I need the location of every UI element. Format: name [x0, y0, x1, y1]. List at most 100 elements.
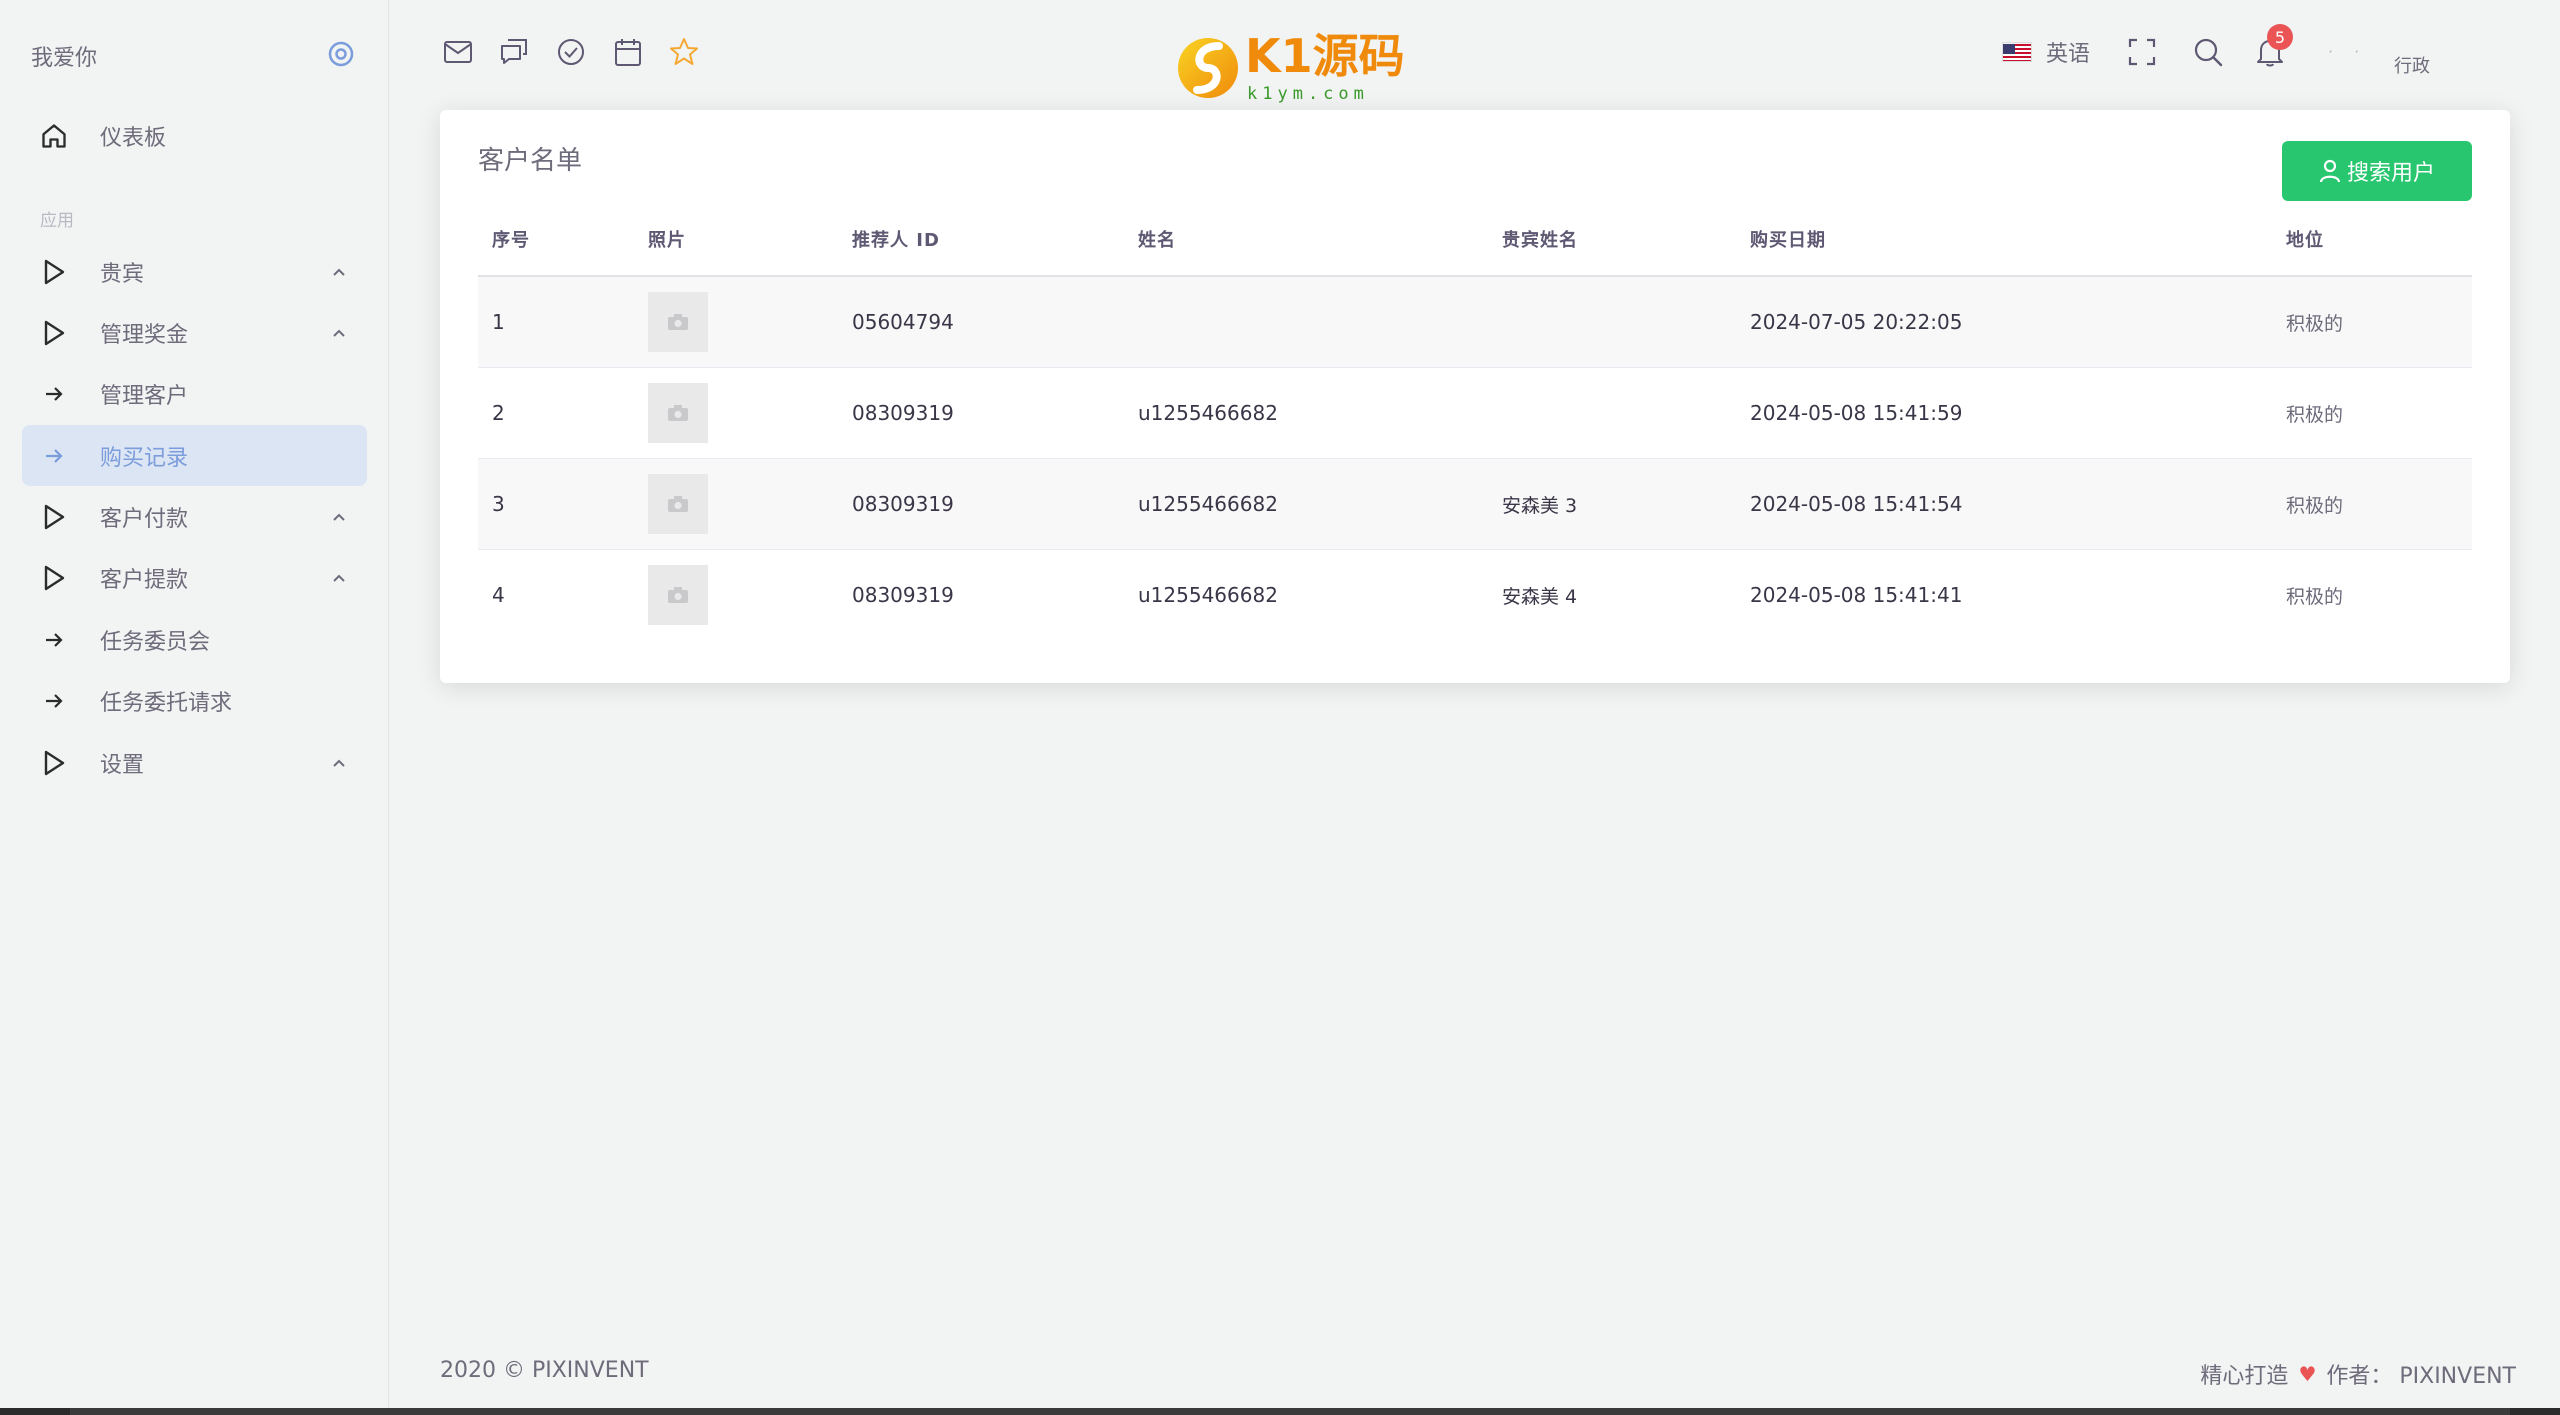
cell-photo: [634, 367, 838, 459]
logo-text: K1源码: [1245, 29, 1405, 83]
chevron-up-icon: [330, 324, 348, 342]
scrollbar-thumb[interactable]: [70, 1408, 2510, 1415]
star-icon[interactable]: [668, 36, 700, 68]
column-header-referrer-id[interactable]: 推荐人 ID: [838, 202, 1124, 277]
chat-icon[interactable]: [498, 36, 530, 68]
fullscreen-icon[interactable]: [2126, 36, 2158, 68]
notification-badge: 5: [2267, 24, 2293, 50]
customer-table: 序号 照片 推荐人 ID 姓名 贵宾姓名 购买日期 地位 1 05604794 …: [478, 202, 2472, 640]
sidebar-item-label: 管理奖金: [100, 322, 189, 348]
chevron-up-icon: [330, 263, 348, 281]
cell-no: 4: [492, 583, 505, 607]
mail-icon[interactable]: [442, 36, 474, 68]
cell-referrer-id: 08309319: [838, 367, 1124, 459]
arrow-right-icon: [40, 626, 68, 654]
arrow-right-icon: [40, 442, 68, 470]
check-circle-icon[interactable]: [555, 36, 587, 68]
footer-copyright: 2020 © PIXINVENT: [440, 1358, 649, 1383]
sidebar-item-label: 购买记录: [100, 445, 189, 471]
cell-name: [1124, 276, 1488, 368]
horizontal-scrollbar[interactable]: [0, 1408, 2560, 1415]
column-header-name[interactable]: 姓名: [1124, 202, 1488, 277]
cell-no: 2: [478, 367, 634, 459]
column-header-status[interactable]: 地位: [2272, 202, 2472, 277]
column-header-vip-name[interactable]: 贵宾姓名: [1488, 202, 1736, 277]
search-users-label: 搜索用户: [2346, 160, 2435, 185]
camera-icon: [648, 565, 708, 625]
sidebar-item-label: 贵宾: [100, 261, 145, 287]
user-icon: [2319, 159, 2341, 183]
sidebar-item-task-committee[interactable]: 任务委员会: [22, 609, 367, 670]
sidebar-item-customer-withdrawals[interactable]: 客户提款: [22, 547, 367, 608]
cell-vip-name: 安森美 4: [1502, 585, 1578, 608]
sidebar-item-purchase-records[interactable]: 购买记录: [22, 425, 367, 486]
play-icon: [40, 258, 68, 286]
play-icon: [40, 503, 68, 531]
sidebar-item-task-requests[interactable]: 任务委托请求: [22, 670, 367, 731]
chevron-up-icon: [330, 508, 348, 526]
cell-name: u1255466682: [1124, 458, 1488, 550]
footer-made-with: 精心打造: [2200, 1364, 2289, 1389]
cell-referrer-id: 08309319: [838, 458, 1124, 550]
us-flag-icon: [2002, 42, 2032, 62]
chevron-up-icon: [330, 569, 348, 587]
cell-vip-name: [1488, 367, 1736, 459]
sidebar-item-manage-customers[interactable]: 管理客户: [22, 363, 367, 424]
cell-status: 积极的: [2272, 276, 2472, 368]
cell-photo: [634, 550, 838, 641]
sidebar-item-label: 客户提款: [100, 567, 189, 593]
sidebar-item-label: 设置: [100, 752, 145, 778]
cell-no: 1: [478, 276, 634, 368]
search-users-button[interactable]: 搜索用户: [2282, 141, 2472, 201]
cell-status: 积极的: [2272, 458, 2472, 550]
table-row: 3 08309319 u1255466682 安森美 3 2024-05-08 …: [478, 458, 2472, 550]
section-label-apps: 应用: [40, 211, 74, 231]
sidebar-item-vip[interactable]: 贵宾: [22, 241, 367, 302]
cell-name: u1255466682: [1138, 583, 1278, 607]
cell-purchase-date: 2024-07-05 20:22:05: [1736, 276, 2272, 368]
footer-author[interactable]: 作者： PIXINVENT: [2326, 1358, 2516, 1390]
column-header-no[interactable]: 序号: [478, 202, 634, 277]
language-label: 英语: [2046, 42, 2091, 67]
cell-photo: [634, 276, 838, 368]
cell-vip-name: 安森美 3: [1488, 458, 1736, 550]
column-header-purchase-date[interactable]: 购买日期: [1736, 202, 2272, 277]
cell-status: 积极的: [2272, 367, 2472, 459]
play-icon: [40, 749, 68, 777]
customer-list-card: 客户名单 搜索用户 序号 照片 推荐人 ID 姓名 贵宾姓名 购买日期 地位 1…: [440, 110, 2510, 683]
cell-referrer-id: 05604794: [838, 276, 1124, 368]
brand-name[interactable]: 我爱你: [31, 40, 97, 72]
language-selector[interactable]: 英语: [2002, 36, 2090, 68]
sidebar-item-label: 客户付款: [100, 506, 189, 532]
sidebar-item-label: 管理客户: [100, 383, 189, 409]
cell-no: 3: [478, 458, 634, 550]
card-title: 客户名单: [478, 146, 583, 176]
cell-purchase-date: 2024-05-08 15:41:59: [1736, 367, 2272, 459]
arrow-right-icon: [40, 380, 68, 408]
cell-purchase-date: 2024-05-08 15:41:54: [1736, 458, 2272, 550]
sidebar-item-label: 任务委员会: [100, 629, 211, 655]
table-row: 1 05604794 2024-07-05 20:22:05 积极的: [478, 276, 2472, 368]
chevron-up-icon: [330, 754, 348, 772]
table-header-row: 序号 照片 推荐人 ID 姓名 贵宾姓名 购买日期 地位: [478, 202, 2472, 277]
sidebar-toggle-icon[interactable]: [327, 40, 355, 68]
column-header-photo[interactable]: 照片: [634, 202, 838, 277]
camera-icon: [648, 474, 708, 534]
table-row: 4 08309319 u1255466682 安森美 4 2024-05-08 …: [478, 550, 2472, 641]
play-icon: [40, 564, 68, 592]
cell-referrer-id: 08309319: [852, 583, 954, 607]
cell-status: 积极的: [2286, 585, 2344, 608]
search-icon[interactable]: [2192, 36, 2224, 68]
cell-photo: [634, 458, 838, 550]
sidebar-item-manage-bonus[interactable]: 管理奖金: [22, 302, 367, 363]
user-name[interactable]: · ·: [2328, 42, 2367, 61]
sidebar-item-dashboard[interactable]: 仪表板: [22, 105, 367, 166]
play-icon: [40, 319, 68, 347]
sidebar-item-settings[interactable]: 设置: [22, 732, 367, 793]
calendar-icon[interactable]: [612, 36, 644, 68]
footer-credit: 精心打造 ♥ 作者： PIXINVENT: [2200, 1358, 2516, 1390]
camera-icon: [648, 292, 708, 352]
sidebar-item-customer-payments[interactable]: 客户付款: [22, 486, 367, 547]
sidebar-item-label: 任务委托请求: [100, 690, 233, 716]
table-row: 2 08309319 u1255466682 2024-05-08 15:41:…: [478, 367, 2472, 459]
